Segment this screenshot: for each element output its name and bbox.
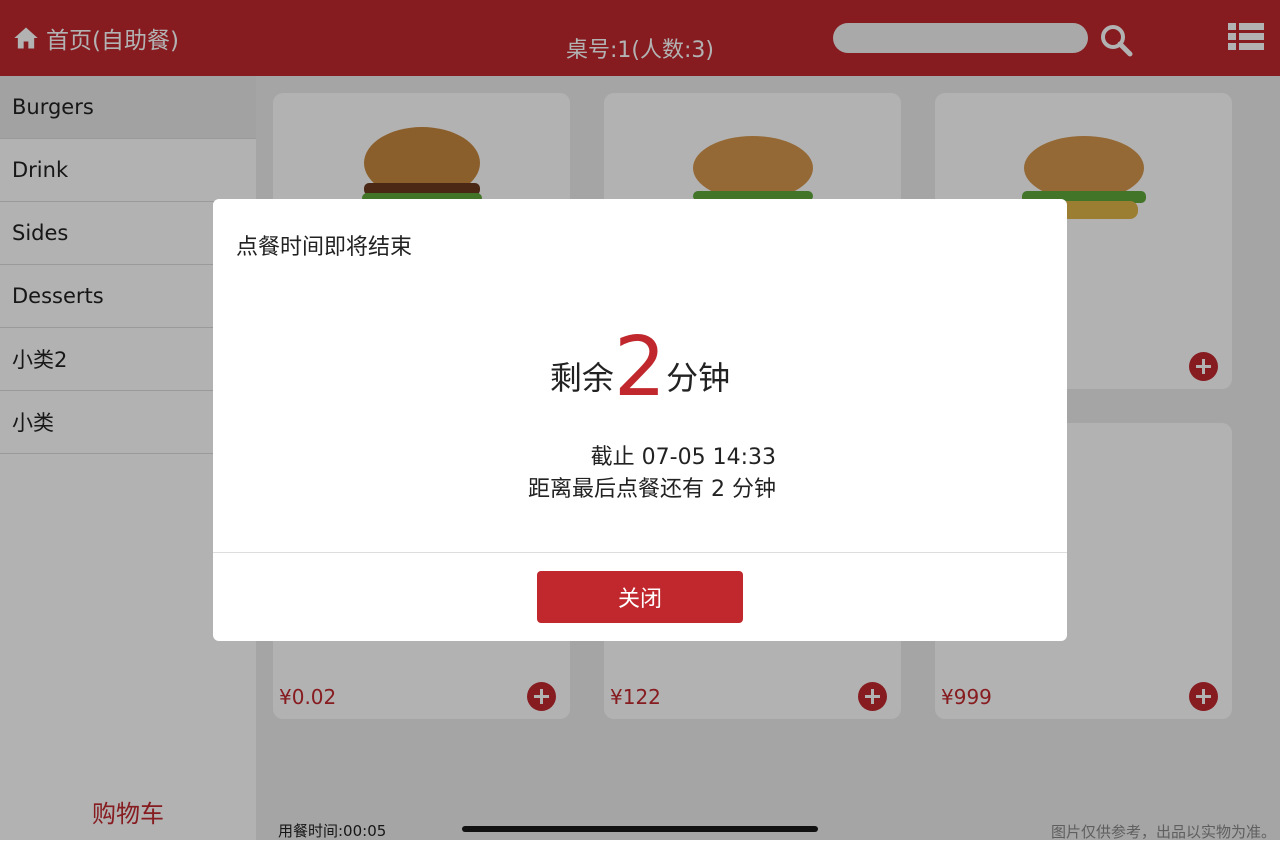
close-button[interactable]: 关闭 — [537, 571, 743, 623]
remaining-minutes: 2 — [613, 320, 667, 415]
remaining-prefix: 剩余 — [549, 359, 614, 397]
deadline-info: 截止 07-05 14:33 距离最后点餐还有 2 分钟 — [213, 442, 1067, 506]
countdown-line: 距离最后点餐还有 2 分钟 — [528, 477, 776, 502]
deadline-line: 截止 07-05 14:33 — [590, 445, 776, 470]
modal-divider — [213, 552, 1067, 553]
remaining-suffix: 分钟 — [666, 359, 731, 397]
ordering-time-modal: 点餐时间即将结束 剩余2分钟 截止 07-05 14:33 距离最后点餐还有 2… — [213, 199, 1067, 641]
modal-title: 点餐时间即将结束 — [236, 235, 413, 260]
remaining-time: 剩余2分钟 — [213, 327, 1067, 409]
home-indicator[interactable] — [462, 826, 818, 832]
